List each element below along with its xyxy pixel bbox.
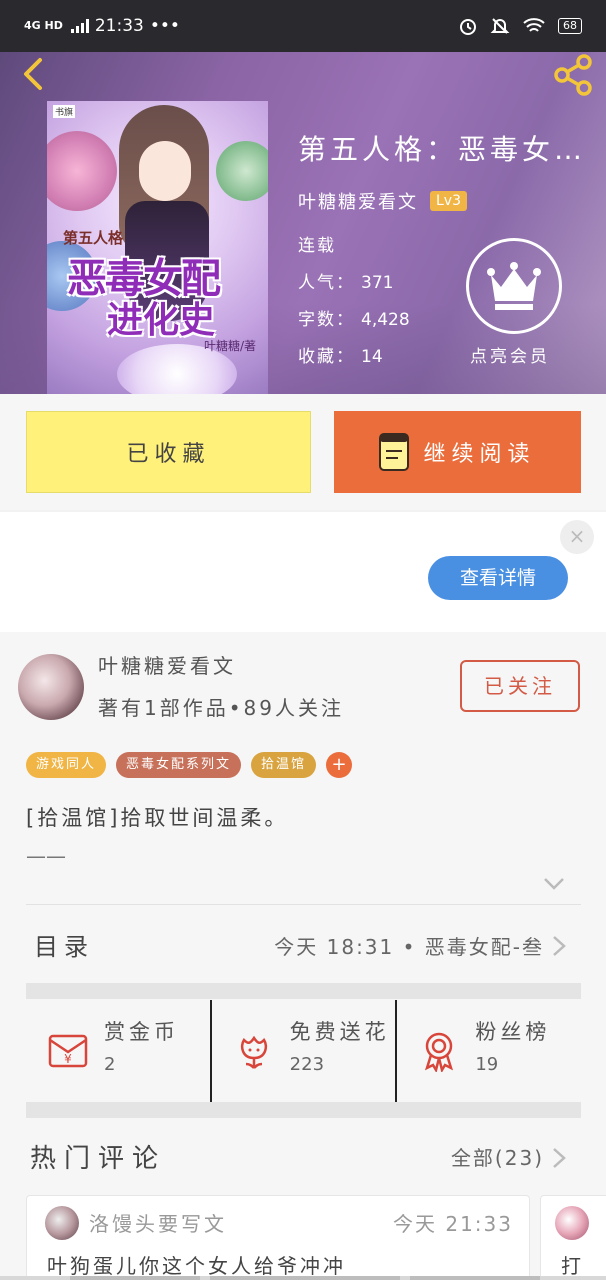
wifi-icon	[523, 18, 545, 32]
cover-series: 第五人格	[63, 229, 124, 247]
comment-text: 打	[561, 1254, 581, 1278]
author-section-name[interactable]: 叶糖糖爱看文	[98, 650, 236, 679]
author-section: 叶糖糖爱看文 著有1部作品•89人关注 已关注 游戏同人 恶毒女配系列文 拾温馆…	[0, 632, 606, 1280]
tag-list: 游戏同人 恶毒女配系列文 拾温馆 +	[26, 752, 353, 778]
mute-bell-icon	[490, 18, 510, 34]
comment-time: 今天 21:33	[393, 1212, 513, 1236]
tag-item[interactable]: 游戏同人	[26, 752, 107, 778]
status-time: 21:33	[94, 16, 144, 36]
signal-icon	[70, 19, 89, 33]
section-separator	[26, 983, 581, 999]
stat-value: 19	[475, 1054, 499, 1075]
collections-stat: 收藏： 14	[298, 339, 598, 376]
comment-card[interactable]: 打	[540, 1195, 606, 1280]
ad-banner: × 查看详情	[0, 512, 606, 632]
cover-author: 叶糖糖/著	[203, 339, 256, 353]
ad-detail-button[interactable]: 查看详情	[428, 556, 568, 600]
table-of-contents-row[interactable]: 目录 今天 18:31 • 恶毒女配-叁	[0, 905, 606, 983]
hot-comments-title: 热门评论	[30, 1144, 167, 1174]
battery-indicator: 68	[558, 18, 582, 34]
network-indicator: 4G HD	[24, 19, 63, 32]
popularity-value: 371	[361, 273, 394, 293]
section-separator	[26, 1102, 581, 1118]
crown-icon	[487, 262, 541, 310]
book-description: [拾温馆]拾取世间温柔。	[26, 806, 289, 830]
tag-item[interactable]: 恶毒女配系列文	[116, 752, 242, 778]
stat-reward-coins[interactable]: ¥ 赏金币 2	[26, 1000, 210, 1104]
comment-card[interactable]: 洛馒头要写文 今天 21:33 叶狗蛋儿你这个女人给爷冲冲	[26, 1195, 530, 1280]
collections-label: 收藏：	[298, 347, 355, 367]
book-header: 书旗 第五人格 恶毒女配 进化史 叶糖糖/著 第五人格：恶毒女… 叶糖糖爱看文 …	[0, 52, 606, 394]
author-row: 叶糖糖爱看文 Lv3	[298, 188, 598, 214]
continue-reading-label: 继续阅读	[423, 442, 536, 467]
word-count-value: 4,428	[361, 310, 410, 330]
vip-crown-button[interactable]	[466, 238, 562, 334]
toc-label: 目录	[34, 933, 94, 961]
cover-flower	[216, 141, 268, 201]
comment-text: 叶狗蛋儿你这个女人给爷冲冲	[47, 1254, 346, 1278]
level-badge: Lv3	[430, 191, 467, 211]
follow-button[interactable]: 已关注	[460, 660, 580, 712]
commenter-name[interactable]: 洛馒头要写文	[89, 1208, 227, 1237]
support-stats-row: ¥ 赏金币 2 免费送花 223 粉丝榜 19	[26, 1000, 581, 1104]
expand-chevron-icon[interactable]	[543, 877, 565, 891]
share-icon[interactable]	[550, 52, 596, 98]
vip-label[interactable]: 点亮会员	[470, 342, 550, 367]
alarm-icon	[460, 19, 476, 35]
stat-fan-ranking[interactable]: 粉丝榜 19	[395, 1000, 581, 1104]
status-bar: 4G HD 21:33 ••• 68	[0, 0, 606, 52]
commenter-avatar[interactable]	[45, 1206, 79, 1240]
collections-value: 14	[361, 347, 383, 367]
cover-character-face	[139, 141, 191, 201]
popularity-label: 人气：	[298, 273, 355, 293]
tag-item[interactable]: 拾温馆	[251, 752, 317, 778]
stat-label: 免费送花	[289, 1020, 390, 1044]
all-comments-link[interactable]: 全部(23)	[451, 1142, 544, 1171]
chevron-right-icon	[553, 936, 566, 956]
home-indicator	[0, 1276, 606, 1280]
book-title: 第五人格：恶毒女…	[298, 133, 587, 166]
cover-publisher-tag: 书旗	[53, 105, 76, 118]
commenter-avatar[interactable]	[555, 1206, 589, 1240]
author-meta: 著有1部作品•89人关注	[98, 696, 344, 720]
collected-button[interactable]: 已收藏	[26, 411, 311, 493]
author-name[interactable]: 叶糖糖爱看文	[298, 188, 418, 214]
book-cover[interactable]: 书旗 第五人格 恶毒女配 进化史 叶糖糖/著	[47, 101, 268, 394]
action-bar: 已收藏 继续阅读	[0, 394, 606, 510]
cover-flower	[47, 131, 117, 211]
stat-label: 赏金币	[104, 1020, 179, 1044]
toc-latest-chapter: 今天 18:31 • 恶毒女配-叁	[274, 935, 544, 959]
word-count-label: 字数：	[298, 310, 355, 330]
cover-title-line2: 进化史	[107, 299, 216, 341]
back-icon[interactable]	[14, 54, 54, 94]
chevron-right-icon[interactable]	[552, 1147, 566, 1169]
stat-value: 2	[104, 1054, 116, 1075]
book-icon	[379, 433, 410, 471]
continue-reading-button[interactable]: 继续阅读	[334, 411, 581, 493]
book-description-more: ——…	[26, 844, 86, 858]
more-notifications-icon: •••	[149, 16, 180, 36]
stat-label: 粉丝榜	[475, 1020, 551, 1044]
author-avatar[interactable]	[18, 654, 84, 720]
ad-close-button[interactable]: ×	[560, 520, 594, 554]
stat-value: 223	[289, 1054, 325, 1075]
add-tag-button[interactable]: +	[326, 752, 353, 778]
stat-free-flowers[interactable]: 免费送花 223	[209, 1000, 396, 1104]
